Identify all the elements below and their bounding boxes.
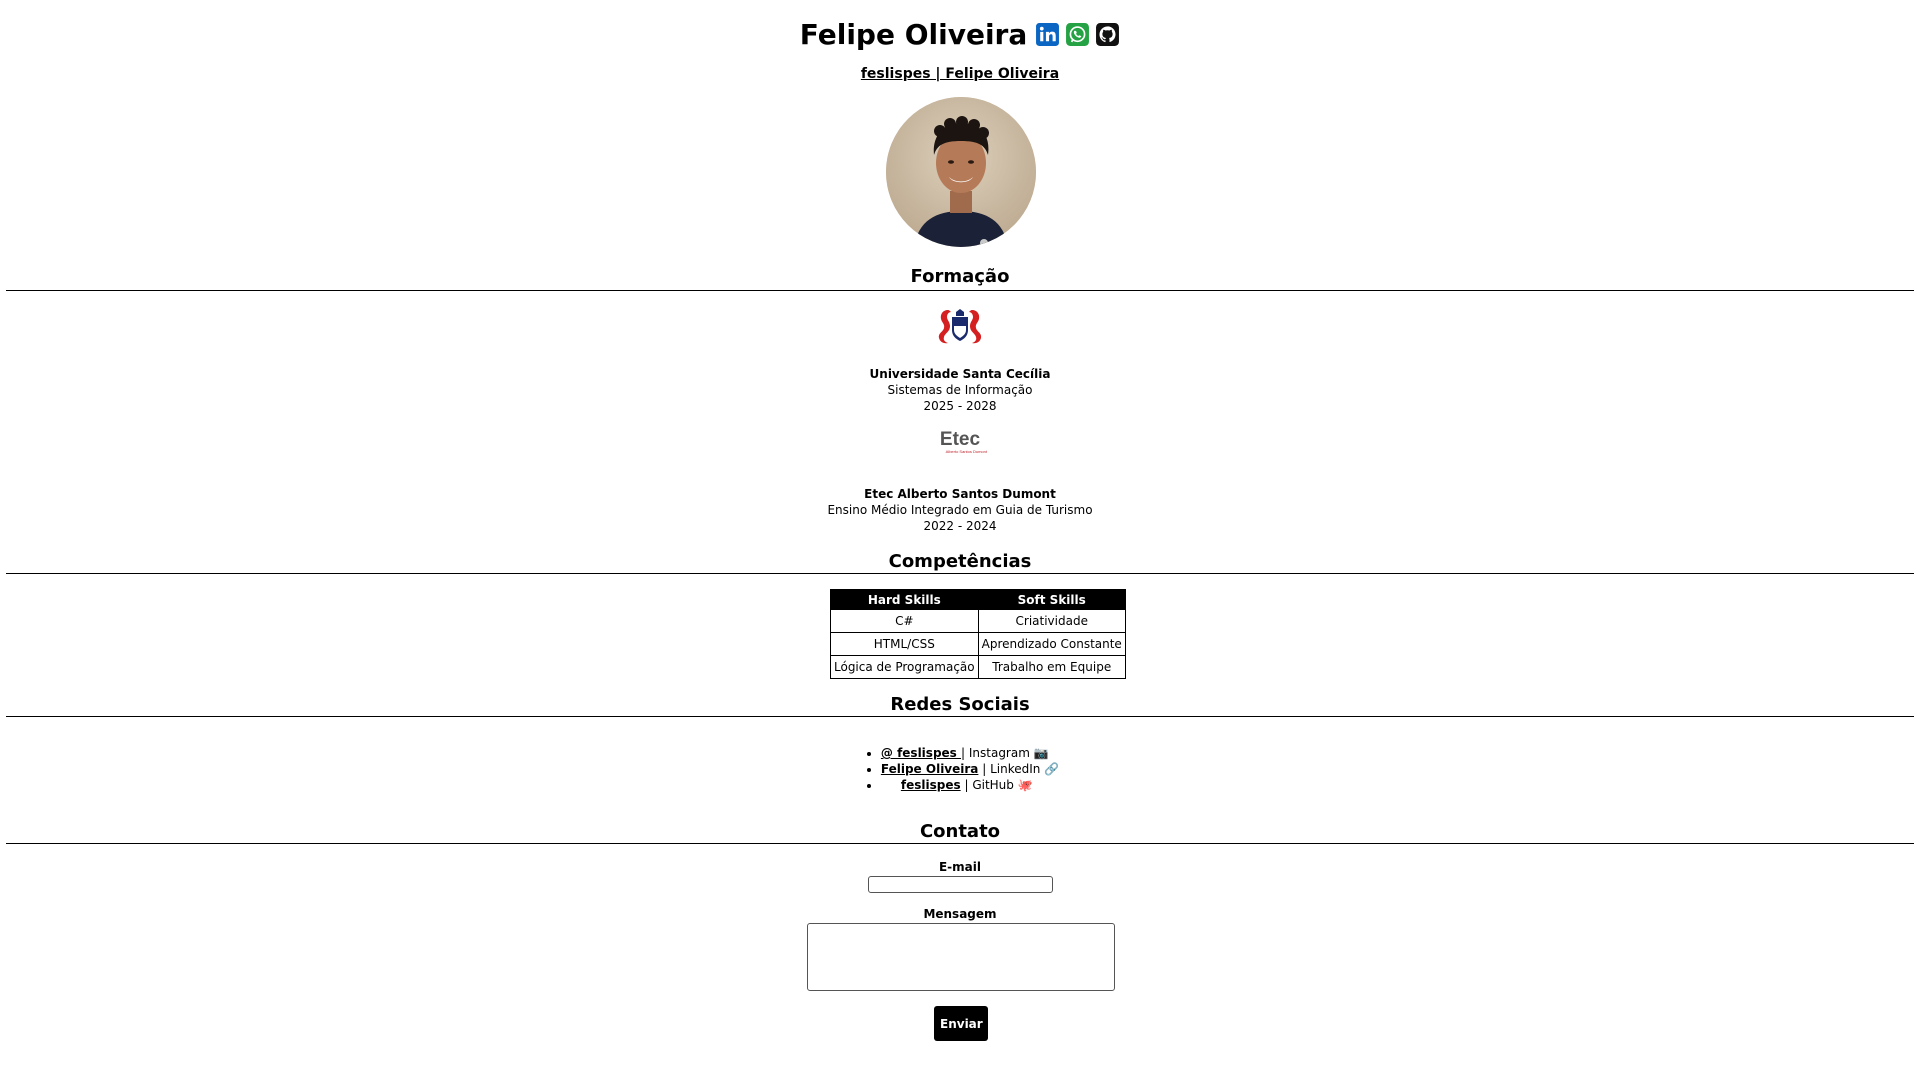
- table-row: C# Criatividade: [830, 609, 1126, 633]
- soft-skill-cell: Trabalho em Equipe: [977, 655, 1126, 679]
- table-row: Lógica de Programação Trabalho em Equipe: [830, 655, 1126, 679]
- avatar: [886, 97, 1036, 247]
- education-heading: Formação: [910, 266, 1010, 287]
- column-header: Soft Skills: [977, 589, 1126, 610]
- education-item: Etec Alberto Santos Dumont Ensino Médio …: [0, 486, 1920, 534]
- hard-skill-cell: Lógica de Programação: [830, 655, 979, 679]
- course-name: Sistemas de Informação: [887, 383, 1033, 397]
- hard-skill-cell: HTML/CSS: [830, 632, 979, 656]
- institution-name: Universidade Santa Cecília: [869, 367, 1051, 381]
- portfolio-page: Felipe Oliveira feslispes | Felipe Olive…: [0, 0, 1920, 1080]
- skills-divider: [6, 573, 1914, 574]
- skills-table: Hard Skills Soft Skills C# Criatividade …: [830, 589, 1126, 679]
- socials-divider: [6, 716, 1914, 717]
- education-divider: [6, 290, 1914, 291]
- contact-heading: Contato: [919, 821, 1001, 842]
- hard-skill-cell: C#: [830, 609, 979, 633]
- institution-name: Etec Alberto Santos Dumont: [864, 487, 1056, 501]
- socials-heading: Redes Sociais: [890, 694, 1030, 715]
- page-title: Felipe Oliveira: [799, 18, 1028, 51]
- social-platform-label: | GitHub 🐙: [960, 778, 1033, 792]
- course-period: 2025 - 2028: [923, 399, 997, 413]
- github-link[interactable]: feslispes: [901, 778, 961, 792]
- social-platform-label: | Instagram 📷: [961, 746, 1049, 760]
- list-item: @ feslispes | Instagram 📷: [881, 745, 1059, 761]
- profile-link[interactable]: feslispes | Felipe Oliveira: [861, 66, 1059, 82]
- santa-cecilia-logo: [0, 306, 1920, 348]
- message-field[interactable]: [807, 923, 1115, 991]
- message-label: Mensagem: [923, 907, 997, 921]
- table-header-row: Hard Skills Soft Skills: [830, 589, 1126, 610]
- send-button[interactable]: Enviar: [934, 1006, 988, 1041]
- education-item: Universidade Santa Cecília Sistemas de I…: [0, 366, 1920, 414]
- socials-list-wrapper: @ feslispes | Instagram 📷 Felipe Oliveir…: [0, 745, 1920, 793]
- instagram-link[interactable]: @ feslispes: [881, 746, 961, 760]
- etec-logo: Etec Alberto Santos Dumont: [0, 429, 1920, 454]
- linkedin-link[interactable]: Felipe Oliveira: [881, 762, 979, 776]
- email-field[interactable]: [868, 876, 1053, 893]
- list-item: feslispes | GitHub 🐙: [881, 777, 1059, 793]
- social-platform-label: | LinkedIn 🔗: [978, 762, 1060, 776]
- etec-logo-text: Etec: [939, 429, 981, 450]
- skills-heading: Competências: [888, 551, 1032, 572]
- course-name: Ensino Médio Integrado em Guia de Turism…: [827, 503, 1093, 517]
- email-label: E-mail: [938, 860, 981, 874]
- course-period: 2022 - 2024: [923, 519, 997, 533]
- list-item: Felipe Oliveira | LinkedIn 🔗: [881, 761, 1059, 777]
- column-header: Hard Skills: [830, 589, 979, 610]
- header: Felipe Oliveira: [0, 18, 1920, 51]
- contact-divider: [6, 843, 1914, 844]
- profile-link-row: feslispes | Felipe Oliveira: [0, 66, 1920, 82]
- soft-skill-cell: Aprendizado Constante: [977, 632, 1126, 656]
- socials-list: @ feslispes | Instagram 📷 Felipe Oliveir…: [861, 745, 1059, 793]
- linkedin-icon[interactable]: [1035, 22, 1060, 47]
- whatsapp-icon[interactable]: [1065, 22, 1090, 47]
- soft-skill-cell: Criatividade: [977, 609, 1126, 633]
- table-row: HTML/CSS Aprendizado Constante: [830, 632, 1126, 656]
- github-icon[interactable]: [1095, 22, 1120, 47]
